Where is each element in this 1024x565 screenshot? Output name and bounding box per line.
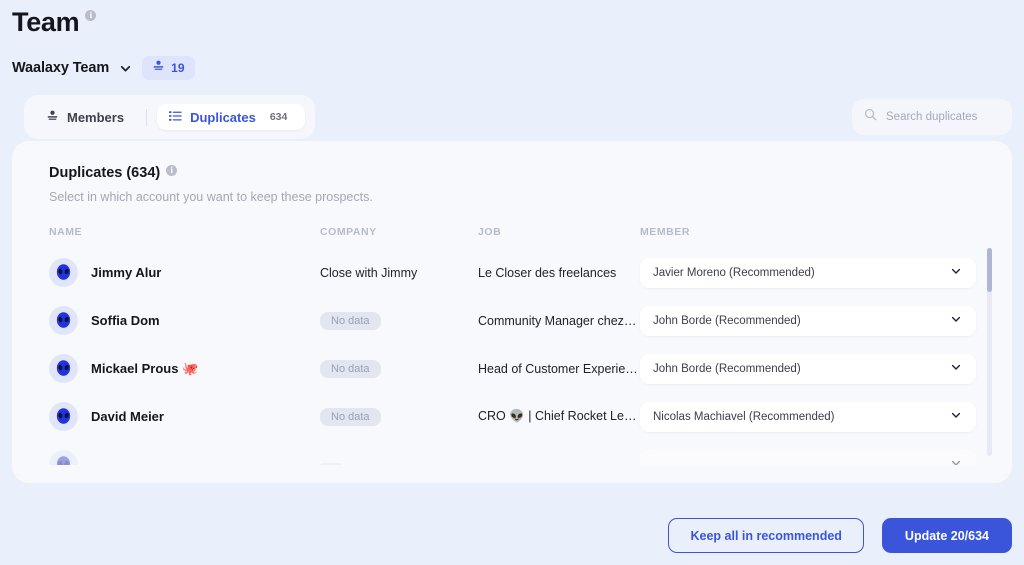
- alien-avatar: [49, 306, 78, 335]
- tabbar-row: Members Duplicates 634 Search duplicates: [12, 95, 1024, 139]
- chevron-down-icon: [950, 408, 962, 426]
- team-member-count: 19: [171, 61, 185, 75]
- search-duplicates-box[interactable]: Search duplicates: [852, 99, 1012, 135]
- member-cell: John Borde (Recommended): [640, 353, 1012, 384]
- member-select[interactable]: John Borde (Recommended): [640, 305, 976, 336]
- company-cell: [320, 458, 478, 465]
- vertical-scrollbar[interactable]: [987, 248, 992, 456]
- company-cell: Close with Jimmy: [320, 265, 418, 280]
- chevron-down-icon: [950, 264, 962, 282]
- keep-all-recommended-button[interactable]: Keep all in recommended: [668, 518, 864, 553]
- name-cell: Mickael Prous 🐙: [12, 354, 320, 383]
- alien-avatar: [49, 258, 78, 287]
- table-row[interactable]: David Meier No data CRO 👽 | Chief Rocket…: [12, 393, 1012, 440]
- table-row[interactable]: [12, 441, 1012, 465]
- info-icon[interactable]: i: [85, 10, 97, 21]
- person-name: Soffia Dom: [91, 313, 160, 328]
- title-row: Team i: [12, 6, 1024, 40]
- member-cell: Javier Moreno (Recommended): [640, 257, 1012, 288]
- people-icon: [46, 110, 59, 125]
- tab-duplicates[interactable]: Duplicates 634: [157, 104, 306, 130]
- job-cell: Community Manager chez…: [478, 313, 637, 328]
- card-title-row: Duplicates (634) i: [49, 165, 1012, 182]
- job-cell: CRO 👽 | Chief Rocket Le…: [478, 409, 637, 423]
- member-select-value: Nicolas Machiavel (Recommended): [653, 410, 835, 423]
- column-header-job: JOB: [478, 226, 502, 238]
- info-icon[interactable]: i: [166, 165, 178, 176]
- tab-duplicates-label: Duplicates: [190, 109, 256, 125]
- person-name: Mickael Prous 🐙: [91, 360, 199, 376]
- column-header-company: COMPANY: [320, 226, 377, 238]
- chevron-down-icon: [950, 456, 962, 465]
- no-data-badge: [320, 462, 342, 465]
- name-cell: [12, 450, 320, 465]
- column-header-name: NAME: [49, 226, 83, 238]
- alien-avatar: [49, 402, 78, 431]
- search-icon: [864, 108, 877, 126]
- duplicates-table: NAME COMPANY JOB MEMBER Jimmy Alur Close…: [12, 224, 1012, 465]
- member-cell: John Borde (Recommended): [640, 305, 1012, 336]
- table-row[interactable]: Jimmy Alur Close with Jimmy Le Closer de…: [12, 249, 1012, 296]
- job-cell: Head of Customer Experie…: [478, 361, 638, 376]
- tab-separator: [146, 108, 148, 126]
- table-row[interactable]: Soffia Dom No data Community Manager che…: [12, 297, 1012, 344]
- people-icon: [152, 59, 165, 77]
- job-cell: Le Closer des freelances: [478, 265, 617, 280]
- name-cell: Jimmy Alur: [12, 258, 320, 287]
- card-title: Duplicates (634): [49, 165, 161, 181]
- member-select[interactable]: [640, 449, 976, 465]
- member-select-value: John Borde (Recommended): [653, 362, 801, 375]
- search-input[interactable]: Search duplicates: [886, 111, 977, 123]
- member-cell: [640, 449, 1012, 465]
- company-cell: No data: [320, 359, 478, 378]
- chevron-down-icon: [950, 360, 962, 378]
- alien-avatar: [49, 354, 78, 383]
- team-name: Waalaxy Team: [12, 60, 110, 76]
- update-button[interactable]: Update 20/634: [881, 518, 1012, 553]
- card-subtitle: Select in which account you want to keep…: [49, 190, 373, 204]
- table-body: Jimmy Alur Close with Jimmy Le Closer de…: [12, 240, 1012, 465]
- chevron-down-icon: [950, 312, 962, 330]
- member-cell: Nicolas Machiavel (Recommended): [640, 401, 1012, 432]
- member-select[interactable]: Nicolas Machiavel (Recommended): [640, 401, 976, 432]
- card-header: Duplicates (634) i Select in which accou…: [12, 141, 1012, 204]
- name-cell: David Meier: [12, 402, 320, 431]
- member-select-value: John Borde (Recommended): [653, 314, 801, 327]
- person-name: David Meier: [91, 409, 164, 424]
- company-cell: No data: [320, 311, 478, 330]
- tab-members-label: Members: [67, 109, 125, 125]
- column-header-member: MEMBER: [640, 226, 690, 238]
- no-data-badge: No data: [320, 359, 381, 378]
- tab-duplicates-badge: 634: [263, 109, 294, 125]
- footer-actions: Keep all in recommended Update 20/634: [668, 518, 1012, 553]
- no-data-badge: No data: [320, 407, 381, 426]
- scrollbar-thumb[interactable]: [987, 248, 992, 292]
- member-select[interactable]: Javier Moreno (Recommended): [640, 257, 976, 288]
- page-header: Team i Waalaxy Team 19 Members Duplicate…: [0, 0, 1024, 139]
- duplicates-card: Duplicates (634) i Select in which accou…: [12, 141, 1012, 483]
- no-data-badge: No data: [320, 311, 381, 330]
- alien-avatar: [49, 450, 78, 465]
- page-title: Team: [12, 7, 80, 37]
- team-member-count-badge[interactable]: 19: [142, 56, 195, 80]
- person-name: Jimmy Alur: [91, 265, 162, 280]
- table-row[interactable]: Mickael Prous 🐙 No data Head of Customer…: [12, 345, 1012, 392]
- team-selector-row: Waalaxy Team 19: [12, 55, 1024, 81]
- tabbar: Members Duplicates 634: [24, 95, 316, 139]
- tab-members[interactable]: Members: [34, 105, 136, 130]
- company-cell: No data: [320, 407, 478, 426]
- list-icon: [169, 110, 182, 125]
- member-select[interactable]: John Borde (Recommended): [640, 353, 976, 384]
- name-cell: Soffia Dom: [12, 306, 320, 335]
- chevron-down-icon[interactable]: [119, 62, 132, 75]
- table-header-row: NAME COMPANY JOB MEMBER: [12, 224, 1012, 240]
- member-select-value: Javier Moreno (Recommended): [653, 266, 815, 279]
